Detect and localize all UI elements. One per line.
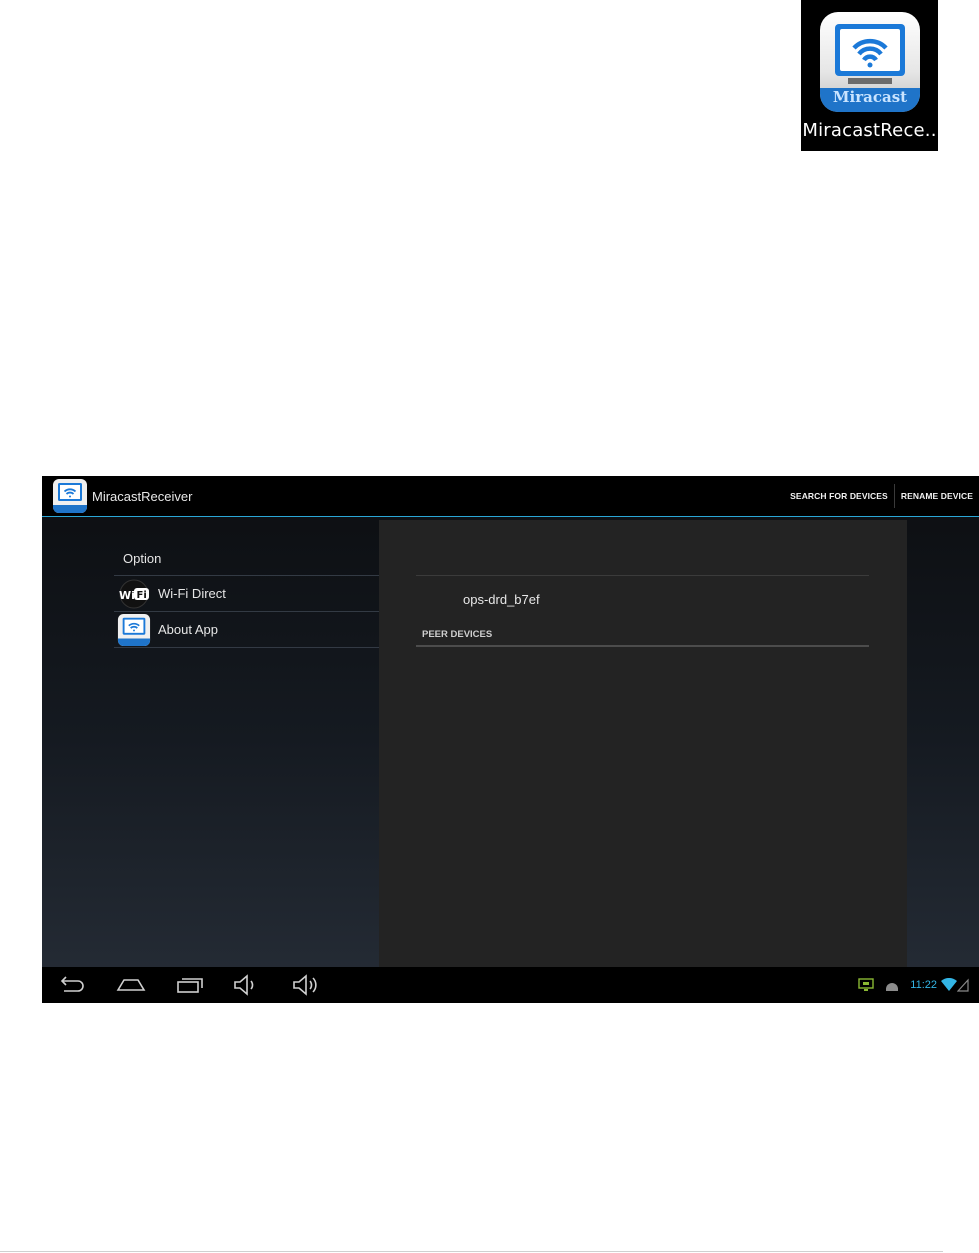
- option-wifi-direct[interactable]: Wi Fi Wi-Fi Direct: [114, 576, 379, 612]
- divider: [416, 575, 869, 576]
- status-area[interactable]: 11:22: [858, 967, 969, 1003]
- option-label: About App: [158, 622, 218, 637]
- launcher-app-tile[interactable]: Miracast MiracastRece..: [801, 0, 938, 151]
- back-icon[interactable]: [58, 972, 86, 998]
- search-devices-button[interactable]: SEARCH FOR DEVICES: [784, 476, 894, 516]
- launcher-app-label: MiracastRece..: [802, 120, 937, 141]
- option-about-app[interactable]: About App: [114, 612, 379, 648]
- svg-text:Wi: Wi: [119, 589, 135, 602]
- system-navigation-bar: 11:22: [42, 967, 979, 1003]
- miracast-icon[interactable]: [52, 478, 88, 514]
- detail-panel: ops-drd_b7ef PEER DEVICES: [379, 520, 907, 967]
- svg-text:Miracast: Miracast: [832, 88, 906, 106]
- rename-device-button[interactable]: RENAME DEVICE: [895, 476, 979, 516]
- svg-text:Fi: Fi: [137, 590, 147, 601]
- peer-devices-header: PEER DEVICES: [422, 629, 493, 640]
- options-panel: Option Wi Fi Wi-Fi Direct About App: [114, 544, 379, 648]
- app-title: MiracastReceiver: [92, 488, 193, 504]
- volume-up-icon[interactable]: [291, 972, 321, 998]
- cell-signal-icon: [957, 978, 969, 992]
- screen-mirror-icon: [858, 978, 874, 991]
- wifi-signal-icon: [941, 978, 957, 991]
- clock: 11:22: [910, 979, 937, 991]
- android-debug-icon: [886, 983, 899, 991]
- divider: [416, 645, 869, 647]
- miracast-icon: Miracast: [819, 12, 920, 112]
- page-footer-line: [0, 1251, 943, 1252]
- wifi-direct-icon: Wi Fi: [119, 579, 149, 608]
- my-device-name[interactable]: ops-drd_b7ef: [463, 592, 540, 607]
- volume-down-icon[interactable]: [232, 972, 260, 998]
- recents-icon[interactable]: [176, 972, 204, 998]
- action-bar: MiracastReceiver SEARCH FOR DEVICES RENA…: [42, 476, 979, 517]
- option-label: Wi-Fi Direct: [158, 586, 226, 601]
- device-screenshot: MiracastReceiver SEARCH FOR DEVICES RENA…: [42, 476, 979, 1003]
- home-icon[interactable]: [116, 972, 146, 998]
- options-header: Option: [114, 544, 379, 576]
- miracast-icon: [117, 613, 151, 646]
